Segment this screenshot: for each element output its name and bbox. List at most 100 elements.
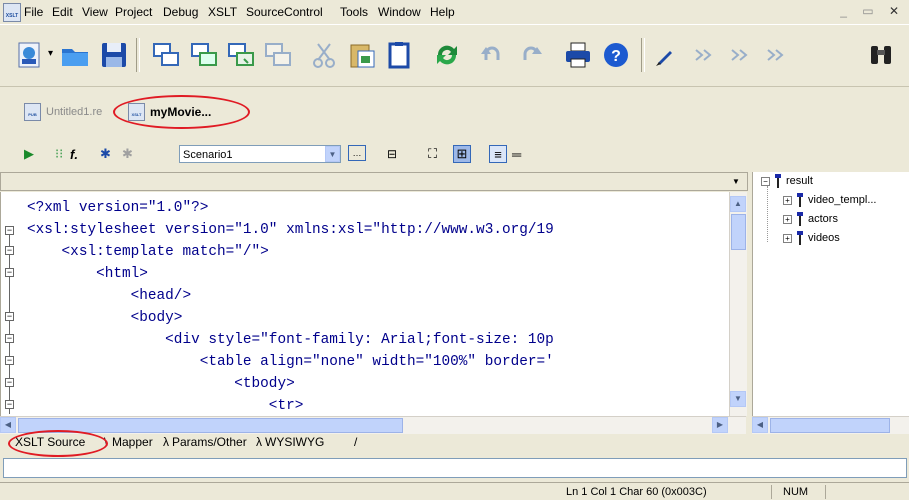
expand-icon[interactable]: + — [783, 233, 792, 243]
menu-tools[interactable]: Tools — [340, 5, 368, 19]
tab-mapper[interactable]: Mapper — [112, 435, 153, 449]
tree-node-actors[interactable]: + actors — [783, 212, 838, 226]
tab-wysiwyg[interactable]: WYSIWYG — [265, 435, 324, 449]
view-output-icon[interactable]: ⊟ — [387, 145, 397, 163]
menu-debug[interactable]: Debug — [163, 5, 198, 19]
scroll-up-icon[interactable]: ▲ — [730, 196, 746, 212]
dropdown-arrow-icon[interactable]: ▾ — [48, 48, 53, 59]
disk-icon — [102, 43, 126, 67]
find-button[interactable] — [864, 38, 898, 72]
scenario-select[interactable]: Scenario1 — [179, 145, 341, 163]
align-icon[interactable]: ≡ — [489, 145, 507, 163]
fold-toggle-icon[interactable]: − — [5, 268, 14, 277]
collapse-icon[interactable]: − — [761, 176, 770, 186]
tree-node-result[interactable]: − result — [761, 174, 813, 188]
tree-view-icon[interactable]: ⊞ — [453, 145, 471, 163]
browse-button[interactable]: … — [348, 145, 366, 161]
window-layout-2-button[interactable] — [187, 38, 221, 72]
xslt-app-icon[interactable]: XSLT — [3, 3, 21, 22]
expand-icon[interactable]: + — [783, 214, 792, 224]
help-icon: ? — [604, 43, 628, 67]
fold-toggle-icon[interactable]: − — [5, 378, 14, 387]
minimize-icon[interactable]: _ — [840, 4, 853, 18]
format-button[interactable] — [650, 38, 684, 72]
indent-2-button[interactable] — [724, 38, 758, 72]
expand-icon[interactable]: + — [783, 195, 792, 205]
code-line[interactable]: <head/> — [27, 285, 191, 307]
fold-toggle-icon[interactable]: − — [5, 226, 14, 235]
restore-icon[interactable]: ▭ — [862, 4, 879, 18]
code-line[interactable]: <table align="none" width="100%" border=… — [27, 351, 554, 373]
window-controls[interactable]: _ ▭ ✕ — [840, 4, 905, 18]
menu-project[interactable]: Project — [115, 5, 152, 19]
code-line[interactable]: <?xml version="1.0"?> — [27, 197, 208, 219]
fold-toggle-icon[interactable]: − — [5, 334, 14, 343]
tree-node-videos[interactable]: + videos — [783, 231, 840, 245]
menu-xslt[interactable]: XSLT — [208, 5, 237, 19]
code-line[interactable]: <tr> — [27, 395, 304, 413]
menu-window[interactable]: Window — [378, 5, 421, 19]
copy-button[interactable] — [382, 38, 416, 72]
new-pub-file-button[interactable] — [12, 38, 46, 72]
tab-params-other[interactable]: Params/Other — [172, 435, 247, 449]
redo-icon — [523, 46, 542, 60]
paste-button[interactable] — [345, 38, 379, 72]
window-layout-4-button[interactable] — [261, 38, 295, 72]
scroll-thumb[interactable] — [731, 214, 746, 250]
tab-untitled-label: Untitled1.re — [46, 106, 103, 118]
fold-toggle-icon[interactable]: − — [5, 246, 14, 255]
refresh-button[interactable] — [430, 38, 464, 72]
code-line[interactable]: <body> — [27, 307, 183, 329]
scroll-left-icon[interactable]: ◀ — [0, 417, 16, 433]
watch-icon[interactable]: ✱ — [122, 145, 133, 163]
equals-icon[interactable]: ═ — [512, 145, 521, 163]
pub-file-icon: PUB — [24, 103, 41, 121]
scroll-down-icon[interactable]: ▼ — [730, 391, 746, 407]
menu-file[interactable]: File — [24, 5, 43, 19]
run-icon[interactable]: ▶ — [24, 145, 34, 163]
help-button[interactable]: ? — [599, 38, 633, 72]
fold-toggle-icon[interactable]: − — [5, 356, 14, 365]
undo-button[interactable] — [476, 38, 510, 72]
print-button[interactable] — [561, 38, 595, 72]
code-line[interactable]: <xsl:template match="/"> — [27, 241, 269, 263]
code-line[interactable]: <xsl:stylesheet version="1.0" xmlns:xsl=… — [27, 219, 554, 241]
chart-icon[interactable]: ⛶ — [428, 145, 437, 163]
code-line[interactable]: <div style="font-family: Arial;font-size… — [27, 329, 554, 351]
cut-button[interactable] — [307, 38, 341, 72]
chevron-down-icon[interactable]: ▼ — [325, 146, 340, 162]
scroll-right-icon[interactable]: ▶ — [712, 417, 728, 433]
output-bar[interactable] — [3, 458, 907, 478]
tab-untitled[interactable]: PUB Untitled1.re — [24, 101, 102, 123]
fold-toggle-icon[interactable]: − — [5, 312, 14, 321]
menu-edit[interactable]: Edit — [52, 5, 73, 19]
fold-gutter: − − − − − − − − — [2, 196, 22, 414]
menu-view[interactable]: View — [82, 5, 108, 19]
tree-node-video-templ[interactable]: + video_templ... — [783, 193, 876, 207]
close-icon[interactable]: ✕ — [889, 4, 905, 18]
save-button[interactable] — [97, 38, 131, 72]
printer-icon — [566, 42, 590, 68]
tree-line — [767, 186, 769, 242]
window-layout-1-button[interactable] — [149, 38, 183, 72]
window-layout-3-button[interactable] — [224, 38, 258, 72]
menu-sourcecontrol[interactable]: SourceControl — [246, 5, 323, 19]
indent-1-button[interactable] — [688, 38, 722, 72]
editor-horizontal-scrollbar[interactable]: ◀ ▶ — [0, 416, 746, 434]
scroll-thumb[interactable] — [770, 418, 890, 433]
editor-vertical-scrollbar[interactable]: ▲ ▼ — [729, 192, 747, 416]
function-icon[interactable]: f. — [70, 145, 78, 163]
scroll-left-icon[interactable]: ◀ — [752, 417, 768, 433]
tree-horizontal-scrollbar[interactable]: ◀ — [752, 416, 909, 434]
code-line[interactable]: <tbody> — [27, 373, 294, 395]
redo-button[interactable] — [513, 38, 547, 72]
menu-help[interactable]: Help — [430, 5, 455, 19]
xslt-source-editor[interactable]: <?xml version="1.0"?> <xsl:stylesheet ve… — [0, 192, 747, 416]
path-dropdown-icon[interactable]: ▼ — [729, 175, 743, 188]
step-icon[interactable]: ⁝⁝ — [55, 145, 63, 163]
fold-toggle-icon[interactable]: − — [5, 400, 14, 409]
open-button[interactable] — [58, 38, 92, 72]
code-line[interactable]: <html> — [27, 263, 148, 285]
indent-3-button[interactable] — [760, 38, 794, 72]
breakpoint-icon[interactable]: ✱ — [100, 145, 111, 163]
